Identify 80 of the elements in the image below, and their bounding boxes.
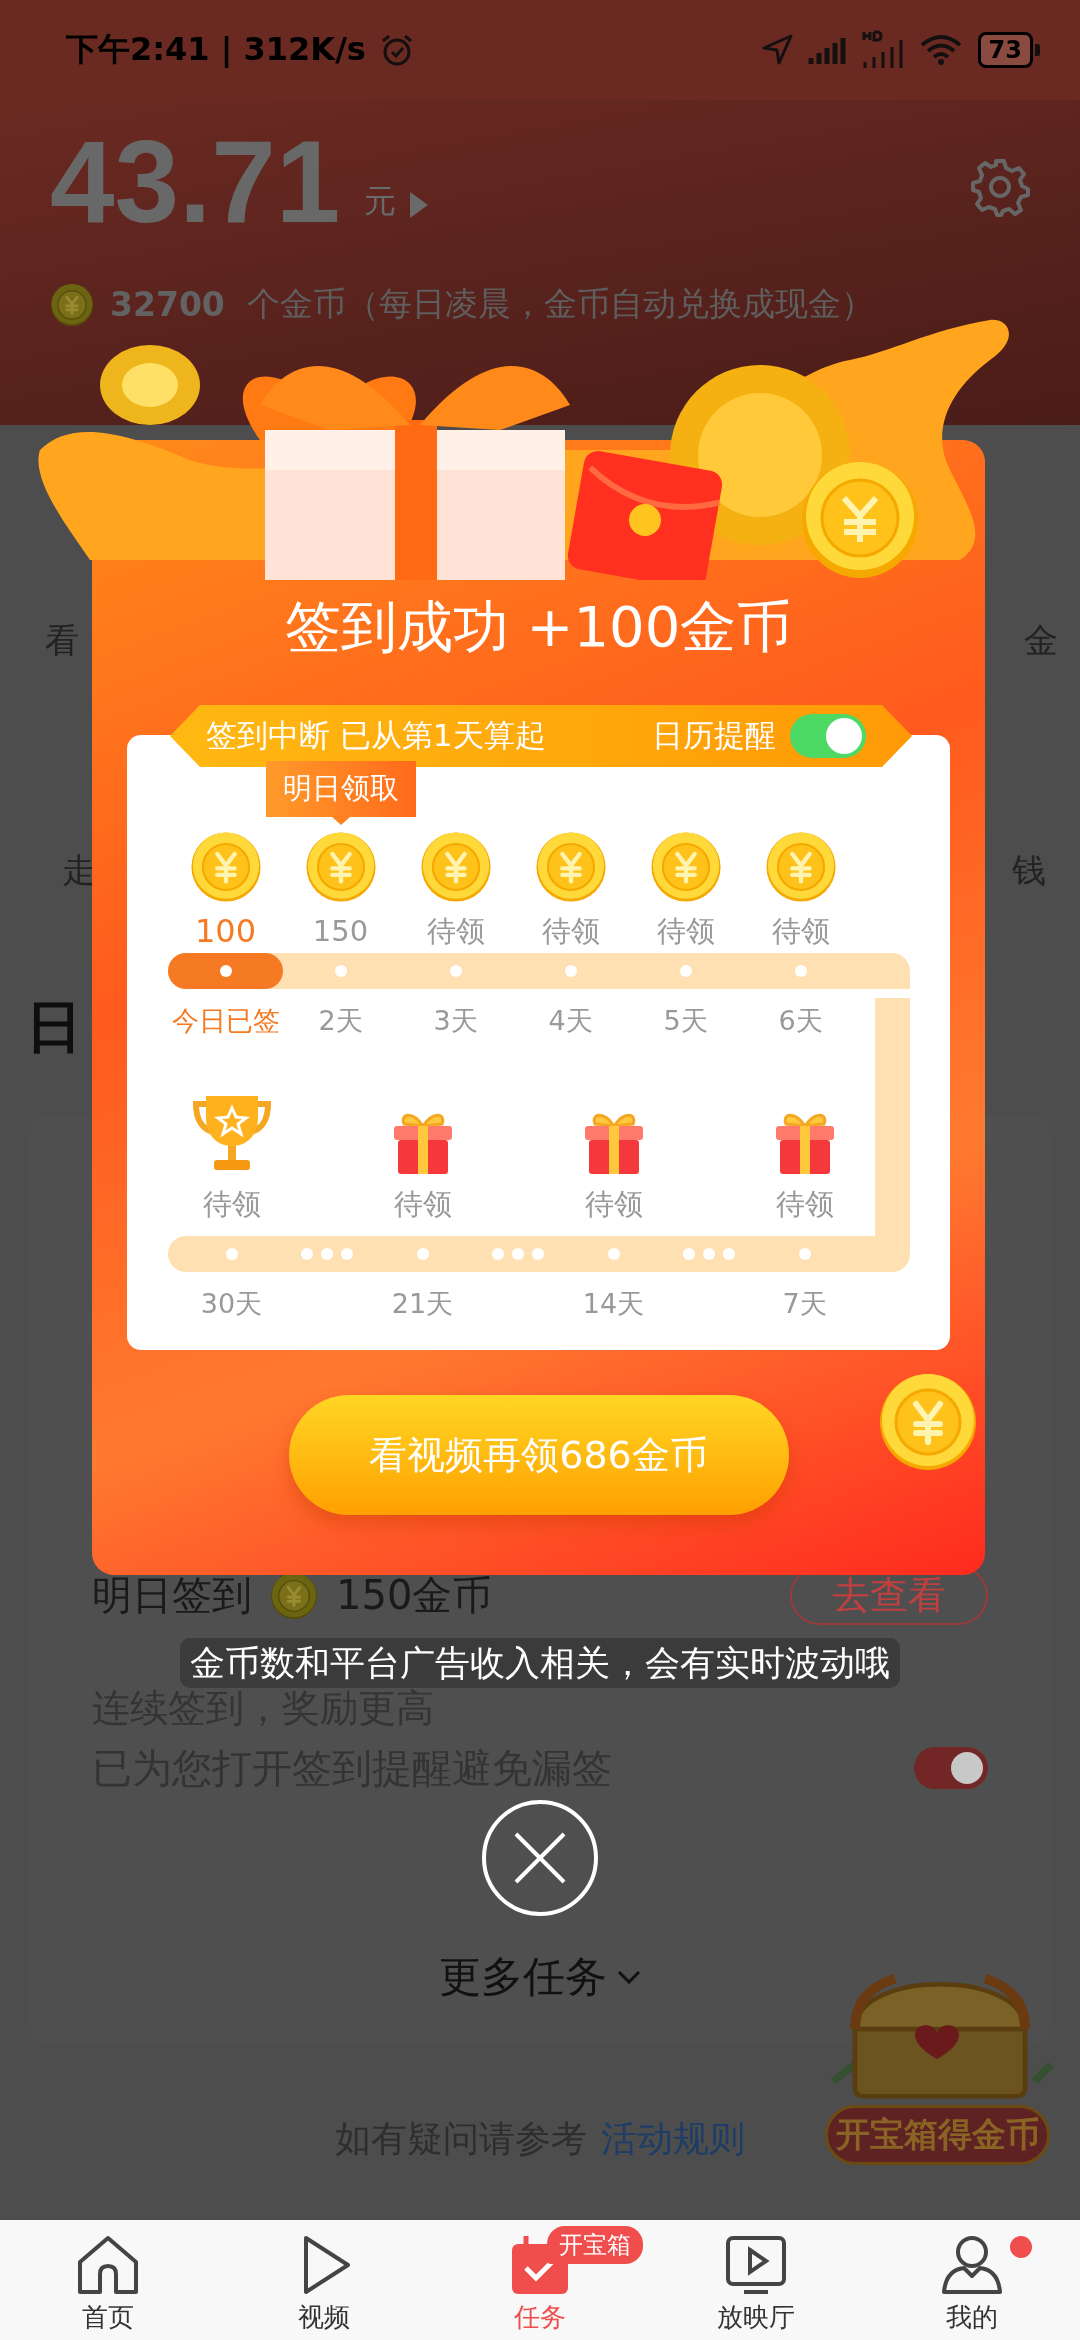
reminder-toggle[interactable] bbox=[914, 1747, 988, 1789]
nav-tab[interactable]: 放映厅 bbox=[648, 2220, 864, 2340]
coin-icon bbox=[764, 831, 837, 903]
track-dot bbox=[794, 965, 807, 977]
wifi-icon bbox=[919, 34, 962, 66]
track-dot bbox=[492, 1248, 505, 1260]
reminder-label: 日历提醒 bbox=[652, 716, 776, 755]
track-dot bbox=[334, 965, 347, 977]
video-screen-icon bbox=[724, 2234, 788, 2296]
reward-status: 待领 bbox=[393, 1186, 452, 1223]
settings-icon[interactable] bbox=[970, 157, 1030, 217]
alarm-clock-icon bbox=[379, 33, 414, 67]
nav-tab[interactable]: 我的 bbox=[864, 2220, 1080, 2340]
track-dot bbox=[512, 1248, 525, 1260]
person-icon bbox=[940, 2234, 1004, 2296]
track-dot bbox=[723, 1248, 736, 1260]
day-label: 5天 bbox=[662, 1004, 709, 1038]
track-dot bbox=[683, 1248, 696, 1260]
toast-text: 金币数和平台广告收入相关，会有实时波动哦 bbox=[190, 1643, 890, 1683]
track-dot bbox=[416, 1248, 429, 1260]
track-dot bbox=[449, 965, 462, 977]
reward-amount: 待领 bbox=[771, 913, 830, 950]
track-dot bbox=[341, 1248, 354, 1260]
chest-reward-label[interactable]: 开宝箱得金币 bbox=[825, 2105, 1050, 2165]
coin-count: 32700 bbox=[110, 285, 225, 324]
reward-amount: 150 bbox=[312, 913, 369, 950]
tomorrow-tooltip: 明日领取 bbox=[266, 761, 416, 825]
track-dot bbox=[219, 965, 232, 977]
coin-icon bbox=[649, 831, 722, 903]
day-label: 14天 bbox=[581, 1287, 646, 1321]
track-dot bbox=[798, 1248, 811, 1260]
track-dot bbox=[301, 1248, 314, 1260]
track-dot bbox=[321, 1248, 334, 1260]
reward-status: 待领 bbox=[202, 1186, 261, 1223]
battery-indicator: 73 bbox=[977, 32, 1040, 68]
day-label: 今日已签 bbox=[170, 1004, 281, 1038]
day-label: 2天 bbox=[317, 1004, 364, 1038]
reward-amount: 待领 bbox=[656, 913, 715, 950]
section-title: 日 bbox=[26, 995, 82, 1059]
hd-signal-icon bbox=[861, 30, 906, 70]
track-dot bbox=[679, 965, 692, 977]
day-label: 4天 bbox=[547, 1004, 594, 1038]
track-dot bbox=[703, 1248, 716, 1260]
close-button[interactable] bbox=[482, 1800, 598, 1916]
watch-video-button[interactable]: 看视频再领686金币 bbox=[288, 1395, 789, 1515]
track-dot bbox=[532, 1248, 545, 1260]
home-icon bbox=[76, 2234, 140, 2296]
day-label: 3天 bbox=[432, 1004, 479, 1038]
dialog-title: 签到成功 +100金币 bbox=[283, 593, 794, 661]
day-label: 6天 bbox=[777, 1004, 824, 1038]
close-icon[interactable] bbox=[512, 1830, 568, 1886]
reward-amount: 待领 bbox=[426, 913, 485, 950]
chevron-down-icon[interactable] bbox=[617, 1970, 641, 1984]
coin-icon bbox=[419, 831, 492, 903]
nav-badge: 开宝箱 bbox=[547, 2226, 643, 2264]
reward-status: 待领 bbox=[775, 1186, 834, 1223]
status-time: 下午2:41 | 312K/s bbox=[66, 29, 366, 70]
track-dot bbox=[225, 1248, 238, 1260]
day-label: 21天 bbox=[390, 1287, 455, 1321]
reward-amount: 待领 bbox=[541, 913, 600, 950]
reward-amount: 100 bbox=[194, 911, 257, 952]
day-label: 7天 bbox=[781, 1287, 828, 1321]
balance-amount: 43.71 bbox=[50, 122, 341, 242]
notice-text: 签到中断 已从第1天算起 bbox=[206, 716, 546, 755]
coin-icon bbox=[534, 831, 607, 903]
track-dot bbox=[564, 965, 577, 977]
coin-icon bbox=[304, 831, 377, 903]
triangle-arrow-icon[interactable] bbox=[410, 192, 429, 218]
currency-unit: 元 bbox=[364, 181, 397, 222]
coin-icon bbox=[189, 831, 262, 903]
calendar-reminder-toggle[interactable] bbox=[790, 714, 866, 758]
nav-tab[interactable]: 首页 bbox=[0, 2220, 216, 2340]
coin-icon bbox=[50, 282, 94, 327]
coin-icon bbox=[878, 1372, 978, 1472]
reward-status: 待领 bbox=[584, 1186, 643, 1223]
day-label: 30天 bbox=[199, 1287, 264, 1321]
more-tasks-link[interactable]: 更多任务 bbox=[439, 1949, 607, 2005]
nav-tab[interactable]: 视频 bbox=[216, 2220, 432, 2340]
track-dot bbox=[607, 1248, 620, 1260]
coin-note: 个金币（每日凌晨，金币自动兑换成现金） bbox=[246, 283, 874, 325]
